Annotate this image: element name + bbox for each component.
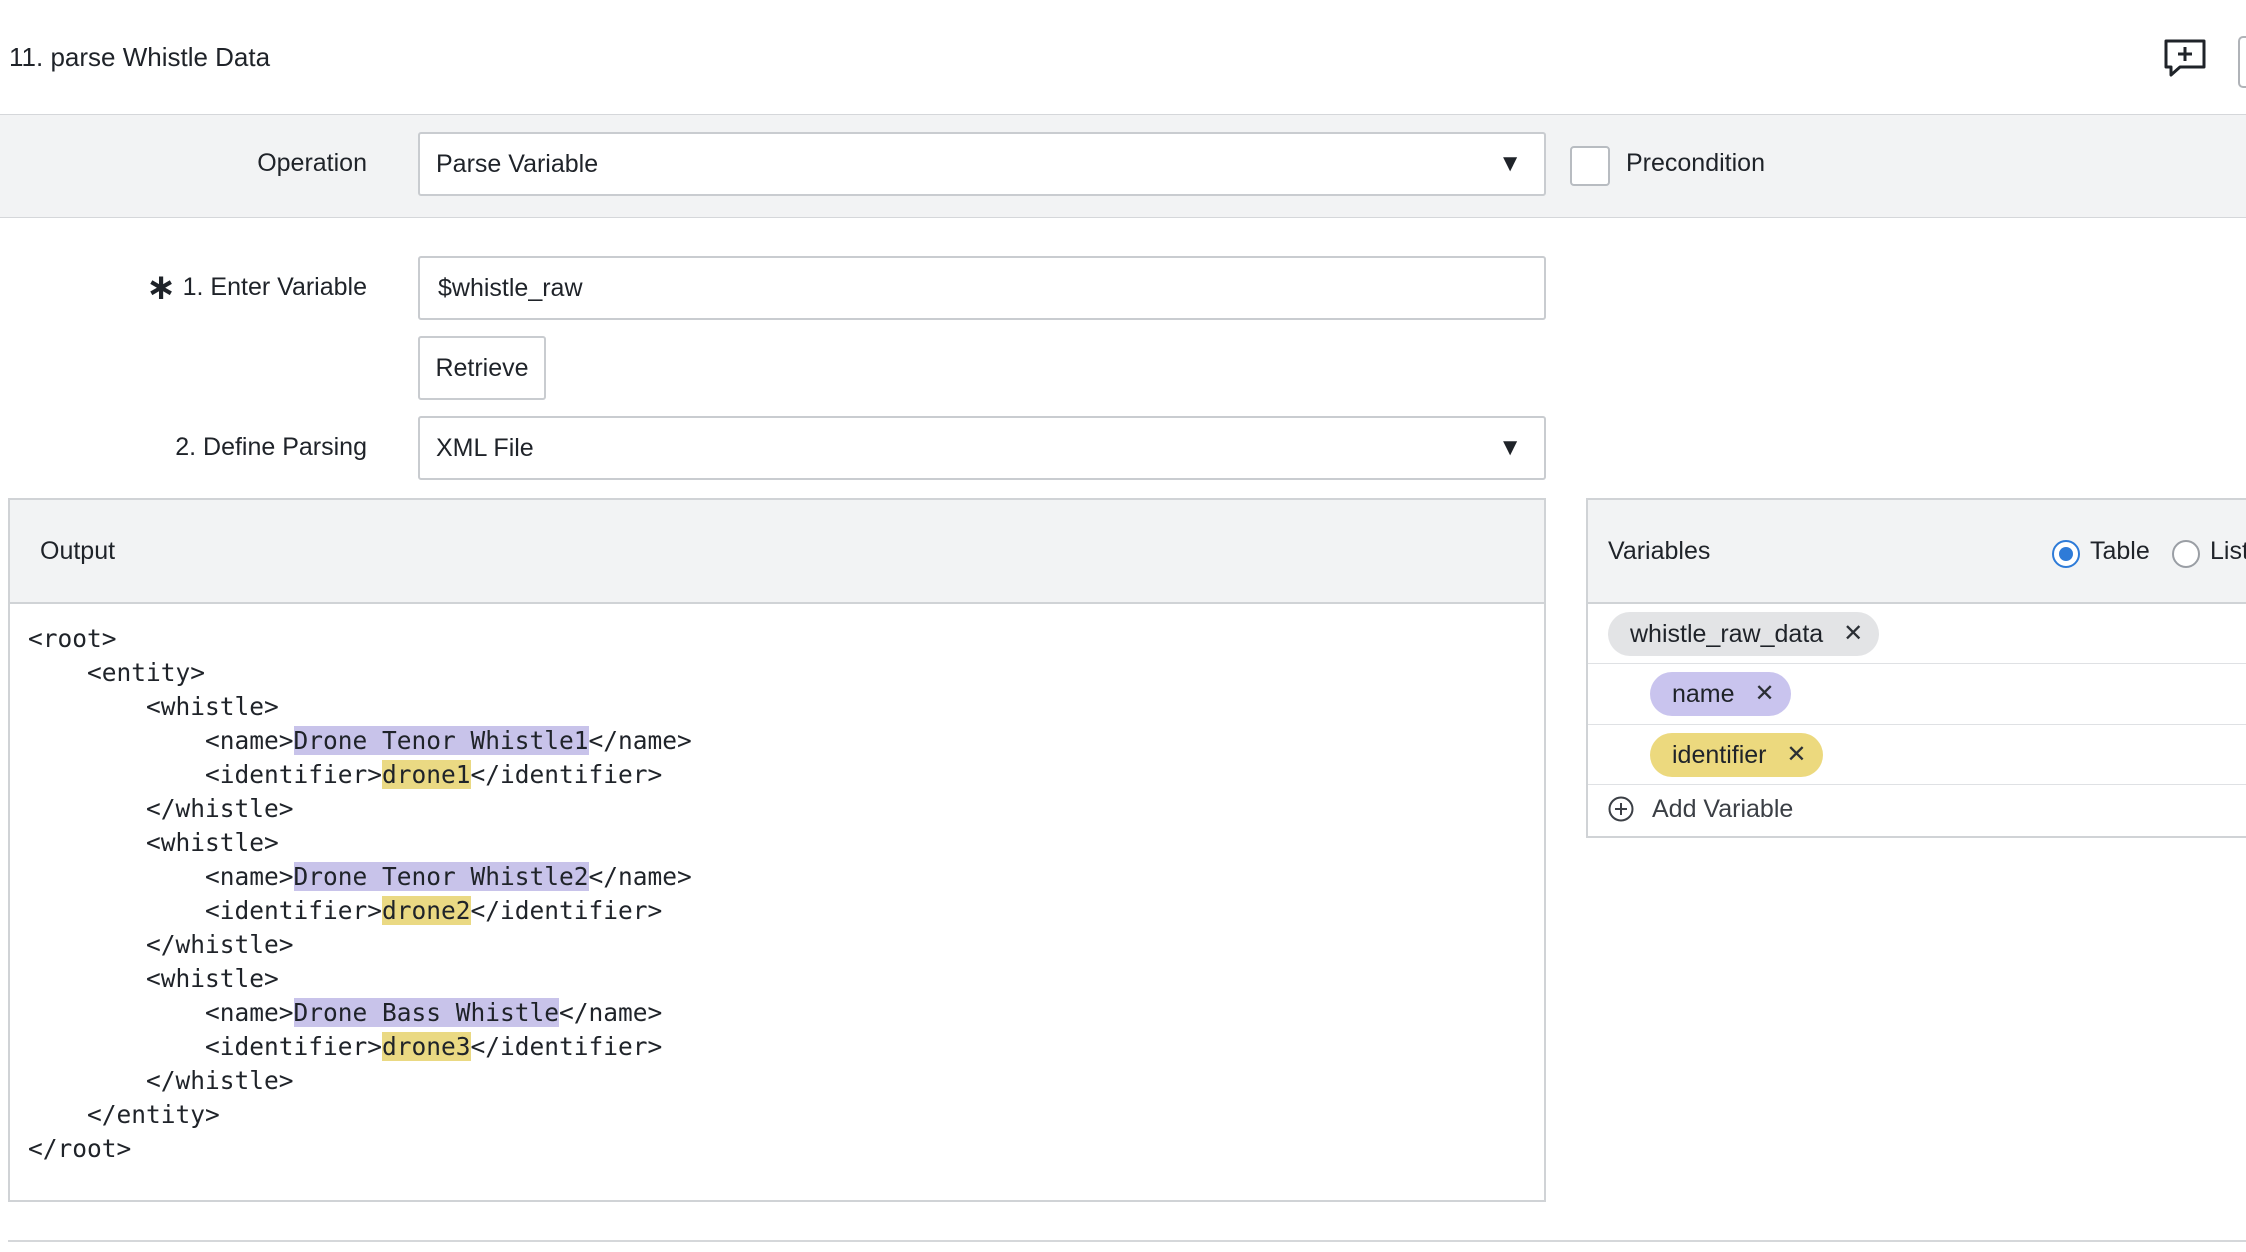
add-comment-button[interactable] [2162,38,2208,78]
name-highlight: Drone Tenor Whistle1 [293,726,589,755]
output-panel: Output <root> <entity> <whistle> <name>D… [8,498,1546,1202]
variables-title: Variables [1608,537,1711,565]
output-header: Output [10,500,1544,604]
code-line: <identifier>drone3</identifier> [28,1032,663,1061]
variable-chip-identifier[interactable]: identifier ✕ [1650,733,1823,777]
variables-header: Variables Table List [1588,500,2246,604]
variable-input[interactable]: $whistle_raw [418,256,1546,320]
variable-chip-label: name [1672,680,1735,708]
variable-row-name: name ✕ [1588,664,2246,725]
parsing-select-value: XML File [436,434,534,462]
chevron-down-icon: ▼ [1498,150,1522,177]
code-line: <name>Drone Bass Whistle</name> [28,998,663,1027]
code-line: </entity> [28,1100,220,1129]
close-icon[interactable]: ✕ [1754,672,1774,716]
code-line: <root> [28,624,117,653]
view-list-label[interactable]: List [2210,534,2246,568]
view-table-radio[interactable] [2052,540,2080,568]
close-icon[interactable]: ✕ [1843,612,1863,656]
code-line: <whistle> [28,964,279,993]
retrieve-button[interactable]: Retrieve [418,336,546,400]
plus-circle-icon [1608,796,1634,822]
code-line: <name>Drone Tenor Whistle1</name> [28,726,692,755]
output-code[interactable]: <root> <entity> <whistle> <name>Drone Te… [28,622,692,1166]
code-line: </root> [28,1134,132,1163]
name-highlight: Drone Bass Whistle [293,998,560,1027]
output-title: Output [40,537,116,565]
divider [8,1240,2246,1242]
identifier-highlight: drone3 [382,1032,471,1061]
variable-chip-whistle-raw-data[interactable]: whistle_raw_data ✕ [1608,612,1880,656]
code-line: </whistle> [28,930,294,959]
operation-label: Operation [257,149,367,177]
view-list-radio[interactable] [2172,540,2200,568]
close-icon[interactable]: ✕ [1786,733,1806,777]
code-line: <identifier>drone2</identifier> [28,896,663,925]
code-line: <entity> [28,658,206,687]
identifier-highlight: drone2 [382,896,471,925]
variables-panel: Variables Table List whistle_raw_data ✕ … [1586,498,2246,838]
step-title: 11. parse Whistle Data [9,42,271,72]
enter-variable-label: 1. Enter Variable [182,273,367,301]
code-line: <name>Drone Tenor Whistle2</name> [28,862,692,891]
variable-row-identifier: identifier ✕ [1588,725,2246,785]
variable-chip-name[interactable]: name ✕ [1650,672,1791,716]
precondition-label: Precondition [1626,149,1765,177]
required-asterisk-icon: ∗ [146,266,177,307]
add-variable-label: Add Variable [1652,795,1794,823]
chevron-down-icon: ▼ [1498,434,1522,461]
precondition-checkbox[interactable] [1570,146,1610,186]
code-line: </whistle> [28,1066,294,1095]
variable-row-root: whistle_raw_data ✕ [1588,604,2246,664]
define-parsing-label: 2. Define Parsing [175,433,367,461]
variable-chip-label: identifier [1672,741,1767,769]
identifier-highlight: drone1 [382,760,471,789]
code-line: <whistle> [28,692,279,721]
code-line: <whistle> [28,828,279,857]
variable-chip-label: whistle_raw_data [1630,620,1824,648]
operation-select-value: Parse Variable [436,150,599,178]
header-edge-button[interactable] [2238,36,2246,88]
view-table-label[interactable]: Table [2090,534,2150,568]
parsing-select[interactable]: XML File ▼ [418,416,1546,480]
operation-select[interactable]: Parse Variable ▼ [418,132,1546,196]
comment-add-icon [2164,39,2206,77]
code-line: </whistle> [28,794,294,823]
name-highlight: Drone Tenor Whistle2 [293,862,589,891]
code-line: <identifier>drone1</identifier> [28,760,663,789]
